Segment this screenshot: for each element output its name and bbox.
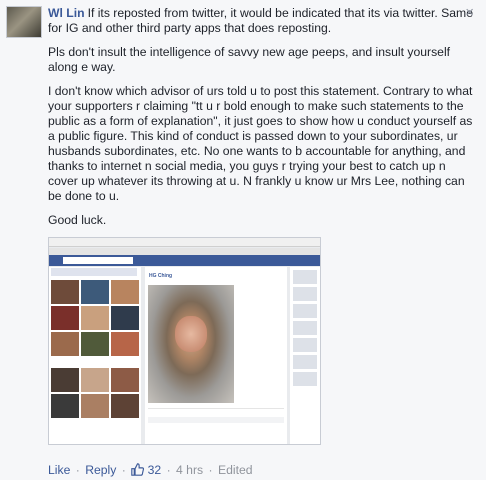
screenshot-monkey-face [175,316,207,352]
comment-body: Wl Lin If its reposted from twitter, it w… [48,6,476,445]
like-count[interactable]: 32 [148,463,162,477]
comment-text-1: If its reposted from twitter, it would b… [48,6,473,35]
close-icon[interactable]: × [465,4,474,21]
avatar[interactable] [6,6,42,38]
separator: · [121,463,126,477]
separator: · [166,463,171,477]
screenshot-right-column [290,267,320,444]
screenshot-bookmarks-bar [49,248,320,255]
edited-label[interactable]: Edited [218,463,253,477]
screenshot-profile-strip [51,268,137,276]
reply-link[interactable]: Reply [85,463,116,477]
screenshot-likes-line [148,417,284,423]
comment-paragraph-1: Wl Lin If its reposted from twitter, it w… [48,6,476,36]
like-link[interactable]: Like [48,463,70,477]
timestamp[interactable]: 4 hrs [176,463,203,477]
screenshot-search-box [63,257,133,264]
comment: × Wl Lin If its reposted from twitter, it… [0,0,486,480]
screenshot-url-bar [49,238,320,247]
screenshot-friends-grid [51,368,139,418]
comment-paragraph-3: I don't know which advisor of urs told u… [48,84,473,203]
comment-paragraph-2: Pls don't insult the intelligence of sav… [48,45,451,74]
screenshot-post-actions [148,408,284,415]
comment-paragraph-4: Good luck. [48,213,107,227]
separator: · [208,463,213,477]
screenshot-bottom-strip [49,428,141,444]
thumbs-up-icon[interactable] [131,463,145,480]
separator: · [75,463,80,477]
comment-footer: Like · Reply · 32 · 4 hrs · Edited [48,463,253,480]
author-name[interactable]: Wl Lin [48,6,85,20]
screenshot-post-author: HG Ching [149,273,173,279]
screenshot-photo-grid [51,280,139,356]
attached-screenshot[interactable]: HG Ching [48,237,321,445]
